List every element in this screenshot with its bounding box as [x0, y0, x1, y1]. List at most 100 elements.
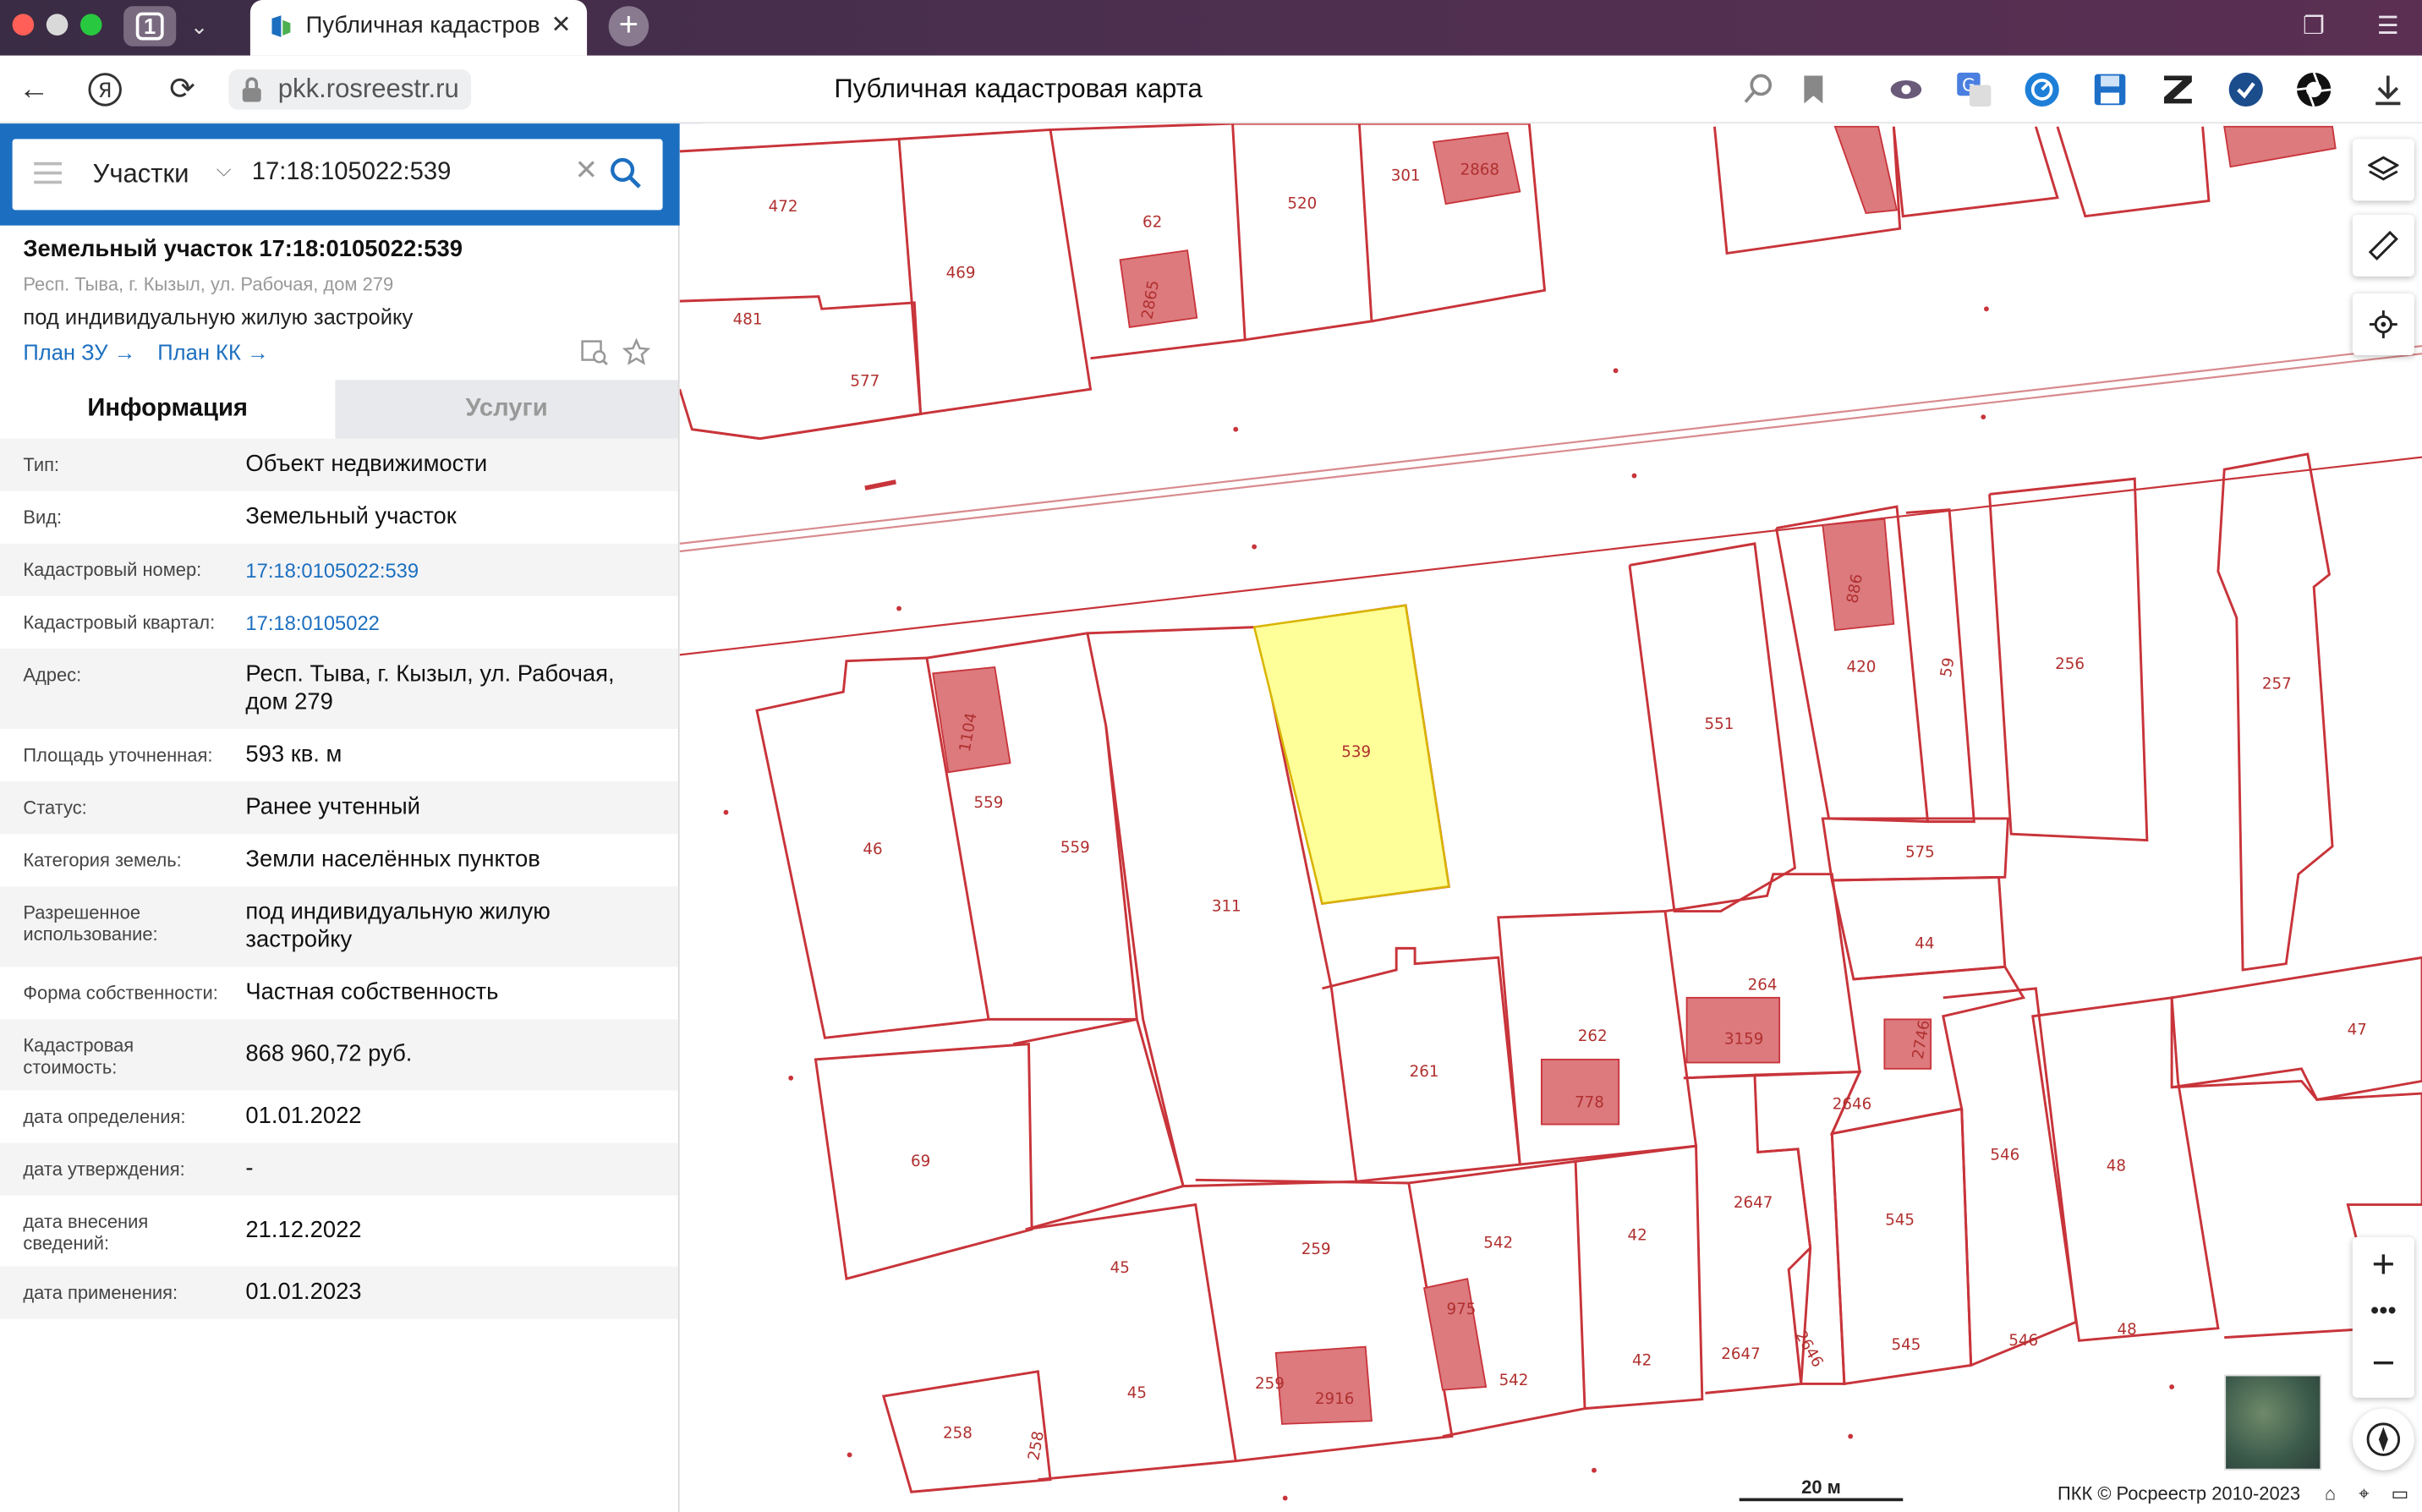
parcel-label: 559 — [974, 794, 1004, 812]
compass-icon — [2366, 1422, 2401, 1456]
parcel-label: 545 — [1885, 1211, 1915, 1229]
info-tabs: Информация Услуги — [0, 380, 678, 439]
close-tab-icon[interactable]: ✕ — [551, 0, 571, 52]
parcel-label: 258 — [943, 1424, 973, 1442]
map-canvas[interactable]: 472 469 481 577 62 2865 520 301 2868 539… — [679, 123, 2422, 1512]
parcel-label: 261 — [1410, 1063, 1439, 1081]
cadastral-map[interactable]: 472 469 481 577 62 2865 520 301 2868 539… — [679, 123, 2422, 1512]
save-page-icon[interactable] — [2091, 71, 2129, 108]
minimize-window-button[interactable] — [46, 14, 68, 36]
info-row: дата внесения сведений: 21.12.2022 — [0, 1196, 678, 1267]
compass-button[interactable] — [2352, 1408, 2414, 1471]
parcel-label: 559 — [1060, 839, 1090, 857]
translate-icon[interactable]: G — [1955, 71, 1992, 108]
row-label: дата утверждения: — [23, 1158, 185, 1181]
parcel-label: 3159 — [1724, 1031, 1763, 1049]
cadastral-number-link[interactable]: 17:18:0105022:539 — [245, 557, 662, 585]
parcel-label: 551 — [1705, 715, 1734, 733]
cadastral-quarter-link[interactable]: 17:18:0105022 — [245, 610, 662, 638]
reload-icon[interactable]: ⟳ — [164, 71, 201, 108]
chevron-down-icon[interactable]: ⌄ — [183, 9, 216, 43]
parcel-label: 542 — [1483, 1235, 1513, 1252]
info-row: Категория земель: Земли населённых пункто… — [0, 834, 678, 886]
clear-search-icon[interactable]: ✕ — [574, 155, 598, 187]
row-value: 21.12.2022 — [245, 1217, 362, 1244]
parcel-label: 259 — [1301, 1241, 1331, 1258]
category-select[interactable]: Участки — [93, 159, 189, 190]
home-icon[interactable]: ⌂ — [2325, 1482, 2336, 1504]
yandex-icon[interactable]: Я — [86, 71, 123, 108]
row-label: дата определения: — [23, 1105, 186, 1128]
parcel-label: 42 — [1628, 1227, 1647, 1245]
row-value: - — [245, 1155, 254, 1182]
parcel-label: 59 — [1937, 656, 1959, 679]
address-bar[interactable]: pkk.rosreestr.ru — [228, 69, 472, 110]
layers-button[interactable] — [2352, 139, 2414, 201]
row-label: Категория земель: — [23, 849, 182, 872]
more-options-icon[interactable]: ••• — [2353, 1290, 2414, 1336]
tab-services[interactable]: Услуги — [335, 380, 678, 439]
rosreestr-favicon-icon — [271, 15, 291, 37]
search-input[interactable] — [251, 159, 562, 187]
row-value: Объект недвижимости — [245, 451, 488, 478]
chevron-down-icon[interactable]: ⌵ — [216, 157, 232, 182]
parcel-label: 259 — [1255, 1375, 1285, 1393]
basemap-switcher-thumbnail[interactable] — [2224, 1374, 2322, 1471]
browser-toolbar: ← Я ⟳ pkk.rosreestr.ru Публичная кадастр… — [0, 55, 2422, 124]
info-table: Тип: Объект недвижимости Вид: Земельный уч… — [0, 438, 678, 1319]
speed-dial-icon[interactable] — [2024, 71, 2061, 108]
new-tab-button[interactable]: + — [608, 5, 649, 47]
eye-icon[interactable] — [1888, 71, 1925, 108]
parcel-label: 62 — [1143, 213, 1162, 231]
object-use: под индивидуальную жилую застройку — [23, 304, 414, 330]
parcel-label: 469 — [946, 265, 976, 282]
info-row: Адрес: Респ. Тыва, г. Кызыл, ул. Рабочая,… — [0, 649, 678, 730]
parcel-label: 2868 — [1460, 161, 1499, 178]
keyboard-icon[interactable]: ▭ — [2391, 1482, 2408, 1504]
page-title: Публичная кадастровая карта — [834, 74, 1203, 104]
bookmark-icon[interactable] — [1795, 71, 1832, 108]
menu-icon[interactable]: ☰ — [2373, 13, 2404, 44]
close-window-button[interactable] — [12, 14, 35, 36]
parcel-label: 47 — [2348, 1022, 2367, 1039]
search-icon[interactable] — [609, 156, 643, 189]
tab-information[interactable]: Информация — [0, 380, 336, 439]
zoom-in-button[interactable]: + — [2353, 1237, 2414, 1290]
bookmarks-panel-icon[interactable]: ❐ — [2299, 13, 2330, 44]
zotero-icon[interactable] — [2159, 71, 2196, 108]
menu-burger-icon[interactable] — [34, 162, 63, 184]
parcel-label: 44 — [1915, 934, 1934, 952]
zoom-out-button[interactable]: − — [2353, 1336, 2414, 1389]
row-label: Кадастровый квартал: — [23, 611, 216, 633]
parcel-label: 42 — [1632, 1351, 1652, 1369]
plan-zu-link[interactable]: План ЗУ → — [23, 340, 135, 364]
tab-counter-button[interactable]: 1 — [123, 6, 177, 47]
aperture-icon[interactable] — [2295, 71, 2332, 108]
row-label: Кадастровый номер: — [23, 559, 202, 581]
checkmark-extension-icon[interactable] — [2227, 71, 2265, 108]
search-box: Участки ⌵ ✕ — [12, 139, 663, 211]
info-row: дата определения: 01.01.2022 — [0, 1090, 678, 1142]
plan-kk-link[interactable]: План КК → — [157, 340, 268, 364]
maximize-window-button[interactable] — [79, 14, 102, 36]
parcel-label: 778 — [1575, 1093, 1604, 1111]
parcel-label: 577 — [850, 373, 879, 391]
row-label: Статус: — [23, 797, 87, 819]
browser-tab-active[interactable]: Публичная кадастров ✕ — [249, 0, 588, 56]
back-icon[interactable]: ← — [15, 71, 52, 108]
locate-point-button[interactable] — [2352, 293, 2414, 356]
location-icon[interactable]: ⌖ — [2359, 1482, 2369, 1505]
measure-button[interactable] — [2352, 214, 2414, 277]
parcel-label: 48 — [2107, 1157, 2126, 1175]
row-label: Кадастровая стоимость: — [23, 1034, 134, 1078]
search-zoom-icon[interactable] — [1740, 71, 1777, 108]
row-label: Разрешенное использование: — [23, 901, 158, 945]
download-icon[interactable] — [2370, 71, 2407, 108]
star-icon[interactable] — [622, 337, 650, 366]
zoom-to-object-icon[interactable] — [581, 338, 609, 366]
row-value: Земельный участок — [245, 503, 457, 530]
row-value: 868 960,72 руб. — [245, 1040, 413, 1068]
row-value: под индивидуальную жилую застройку — [245, 898, 551, 953]
info-sidebar: Участки ⌵ ✕ ‹ Земельный участок 17:18:01… — [0, 123, 704, 1512]
row-label: дата применения: — [23, 1281, 178, 1304]
